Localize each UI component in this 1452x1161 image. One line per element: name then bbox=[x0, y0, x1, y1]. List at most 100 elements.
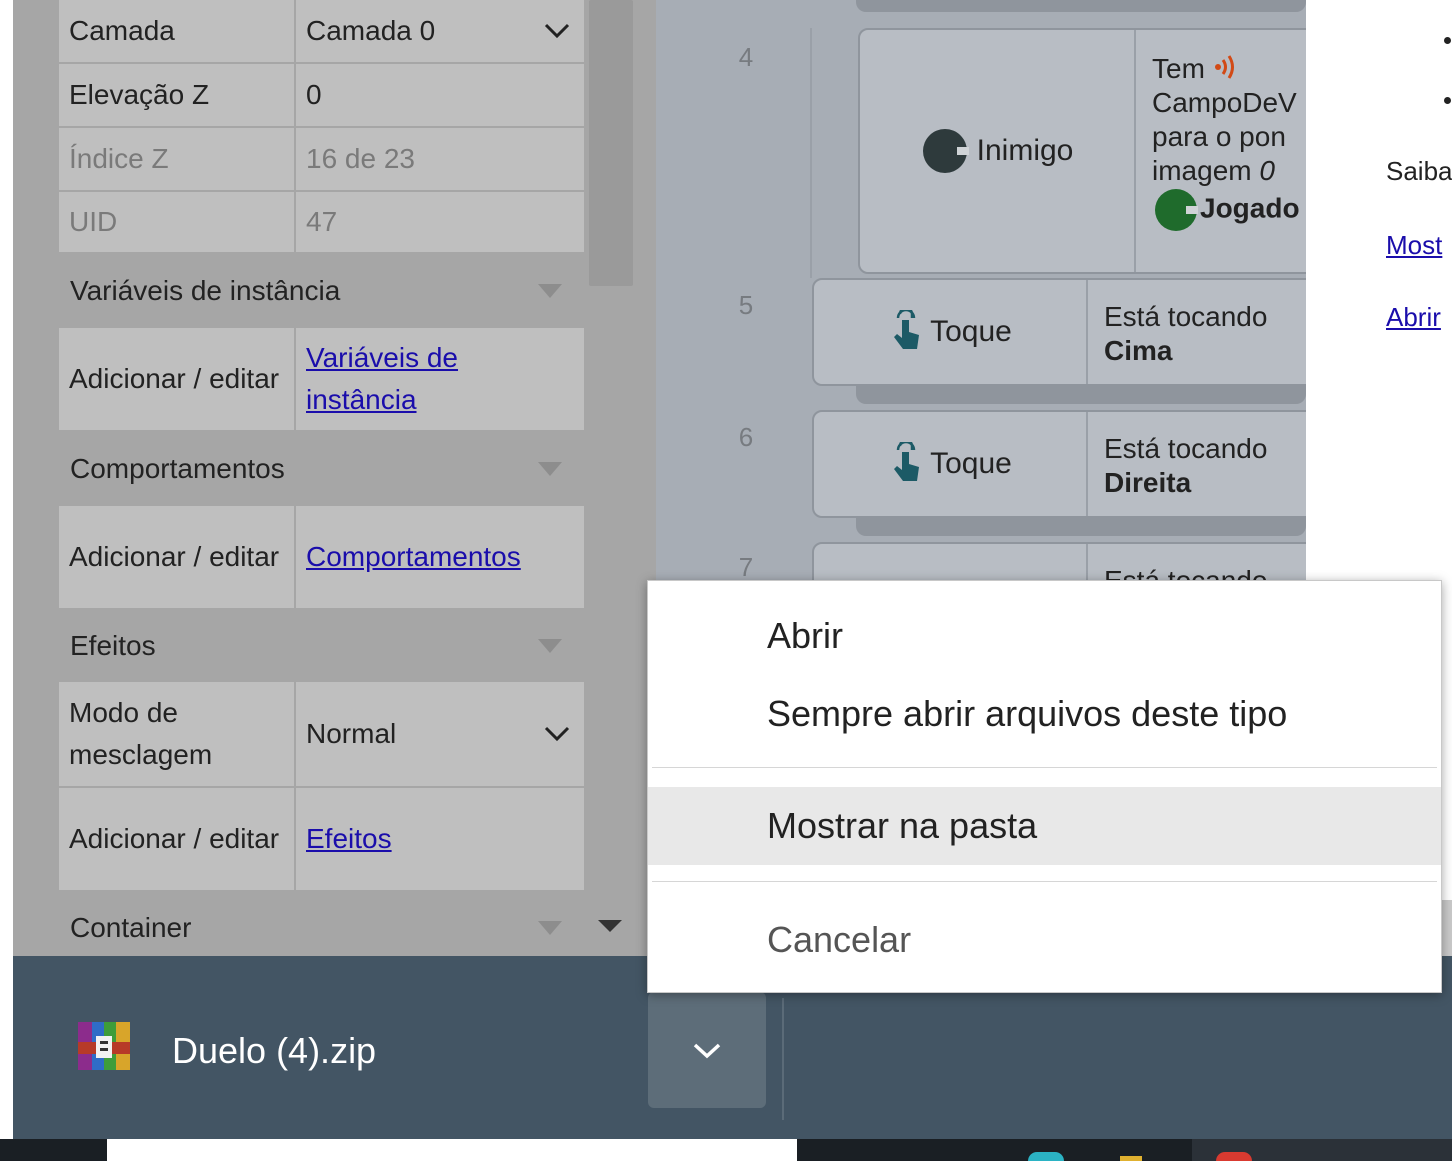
object-name: Inimigo bbox=[976, 134, 1074, 167]
scrollbar-thumb[interactable] bbox=[589, 0, 633, 286]
enemy-sprite-icon bbox=[922, 129, 969, 173]
menu-item-show-in-folder[interactable]: Mostrar na pasta bbox=[648, 787, 1441, 865]
prop-row-instance-vars: Adicionar / editar Variáveis de instânci… bbox=[59, 328, 584, 432]
bullet-point bbox=[1444, 97, 1451, 104]
collapse-triangle-icon bbox=[538, 921, 562, 935]
section-title: Container bbox=[70, 912, 192, 943]
info-text: Saiba bbox=[1386, 156, 1452, 186]
condition-param: 0 bbox=[1259, 155, 1275, 186]
open-link[interactable]: Abrir bbox=[1386, 302, 1441, 333]
event-line-number: 5 bbox=[738, 290, 754, 320]
condition-text: Tem bbox=[1152, 53, 1205, 84]
properties-grid: Camada Camada 0 Elevação Z 0 Índice Z 16… bbox=[59, 0, 584, 964]
winrar-archive-icon bbox=[78, 1020, 130, 1077]
section-title: Variáveis de instância bbox=[70, 275, 341, 306]
behaviors-link[interactable]: Comportamentos bbox=[306, 536, 521, 578]
instance-variables-link[interactable]: Variáveis de instância bbox=[306, 337, 574, 421]
condition-text: Está tocando bbox=[1104, 301, 1268, 332]
blend-mode-select[interactable]: Normal bbox=[296, 682, 584, 786]
condition-text: Está tocando bbox=[1104, 433, 1268, 464]
chevron-down-icon bbox=[544, 23, 570, 39]
condition[interactable]: Está tocando Direita bbox=[1088, 432, 1306, 500]
event-block-edge bbox=[856, 0, 1306, 12]
taskbar-app-icon[interactable] bbox=[1216, 1152, 1252, 1161]
event-object: Toque bbox=[814, 280, 1086, 384]
event-line-number: 7 bbox=[738, 552, 754, 580]
prop-row-uid: UID 47 bbox=[59, 192, 584, 254]
download-filename[interactable]: Duelo (4).zip bbox=[172, 1030, 376, 1072]
prop-key: UID bbox=[59, 192, 296, 252]
prop-row-blend-mode: Modo de mesclagem Normal bbox=[59, 682, 584, 788]
section-behaviors[interactable]: Comportamentos bbox=[59, 432, 584, 506]
prop-value: Normal bbox=[306, 718, 397, 749]
event-line-number: 6 bbox=[738, 422, 754, 452]
section-title: Efeitos bbox=[70, 630, 156, 661]
condition-text: para o pon bbox=[1152, 121, 1286, 152]
layer-select[interactable]: Camada 0 bbox=[296, 0, 584, 62]
section-effects[interactable]: Efeitos bbox=[59, 610, 584, 682]
menu-item-cancel[interactable]: Cancelar bbox=[648, 917, 1441, 963]
menu-item-open[interactable]: Abrir bbox=[648, 613, 1441, 659]
prop-row-z-index: Índice Z 16 de 23 bbox=[59, 128, 584, 192]
condition[interactable]: Tem CampoDeV para o pon imagem 0 Jogado bbox=[1136, 52, 1306, 232]
prop-row-layer: Camada Camada 0 bbox=[59, 0, 584, 64]
collapse-triangle-icon bbox=[538, 462, 562, 476]
condition-param: Direita bbox=[1104, 467, 1192, 498]
chevron-down-icon bbox=[693, 1043, 721, 1059]
chevron-down-icon bbox=[544, 726, 570, 742]
event-4[interactable]: Inimigo Tem CampoDeV para o pon imagem 0… bbox=[858, 28, 1318, 274]
prop-row-behaviors: Adicionar / editar Comportamentos bbox=[59, 506, 584, 610]
object-name: Toque bbox=[930, 315, 1012, 348]
taskbar-app-icon[interactable] bbox=[1028, 1152, 1064, 1161]
menu-item-always-open[interactable]: Sempre abrir arquivos deste tipo bbox=[648, 691, 1441, 737]
prop-key: Elevação Z bbox=[59, 64, 296, 126]
condition-object: Jogado bbox=[1200, 192, 1300, 224]
event-block-edge bbox=[856, 386, 1306, 404]
condition-text: CampoDeV bbox=[1152, 87, 1297, 118]
prop-key: Adicionar / editar bbox=[59, 506, 296, 608]
event-block-edge bbox=[856, 518, 1306, 536]
z-elevation-field[interactable]: 0 bbox=[296, 64, 584, 126]
prop-key: Índice Z bbox=[59, 128, 296, 190]
event-indent-line bbox=[810, 28, 812, 278]
section-container[interactable]: Container bbox=[59, 892, 584, 964]
panel-edge bbox=[0, 0, 13, 956]
prop-key: Adicionar / editar bbox=[59, 328, 296, 430]
taskbar-app-icon[interactable] bbox=[1120, 1156, 1142, 1161]
event-object: Toque bbox=[814, 412, 1086, 516]
section-title: Comportamentos bbox=[70, 453, 285, 484]
prop-key: Adicionar / editar bbox=[59, 788, 296, 890]
event-object: Inimigo bbox=[860, 30, 1134, 272]
menu-separator bbox=[652, 767, 1437, 768]
player-sprite-icon bbox=[1155, 189, 1198, 231]
context-menu: Abrir Sempre abrir arquivos deste tipo M… bbox=[647, 580, 1442, 993]
show-link[interactable]: Most bbox=[1386, 230, 1442, 261]
event-line-number: 4 bbox=[738, 42, 754, 72]
prop-value: Camada 0 bbox=[306, 15, 436, 46]
menu-separator bbox=[652, 881, 1437, 882]
condition-text: imagem bbox=[1152, 155, 1252, 186]
prop-value: 47 bbox=[306, 206, 338, 237]
effects-link[interactable]: Efeitos bbox=[306, 818, 392, 860]
divider bbox=[782, 998, 784, 1120]
collapse-triangle-icon bbox=[538, 284, 562, 298]
prop-key: Camada bbox=[59, 0, 296, 62]
object-name: Toque bbox=[930, 447, 1012, 480]
section-instance-variables[interactable]: Variáveis de instância bbox=[59, 254, 584, 328]
prop-row-z-elevation: Elevação Z 0 bbox=[59, 64, 584, 128]
sound-wave-icon bbox=[1214, 55, 1234, 79]
prop-row-effects: Adicionar / editar Efeitos bbox=[59, 788, 584, 892]
prop-value: 16 de 23 bbox=[306, 143, 415, 174]
download-options-button[interactable] bbox=[648, 992, 766, 1108]
condition-param: Cima bbox=[1104, 335, 1173, 366]
bullet-point bbox=[1444, 37, 1451, 44]
condition[interactable]: Está tocando Cima bbox=[1088, 300, 1306, 368]
taskbar-search-box[interactable] bbox=[107, 1139, 797, 1161]
event-6[interactable]: Toque Está tocando Direita bbox=[812, 410, 1318, 518]
prop-key: Modo de mesclagem bbox=[59, 682, 296, 786]
event-5[interactable]: Toque Está tocando Cima bbox=[812, 278, 1318, 386]
collapse-triangle-icon bbox=[538, 639, 562, 653]
touch-hand-icon bbox=[894, 310, 920, 349]
scroll-down-arrow-icon[interactable] bbox=[598, 920, 622, 932]
touch-hand-icon bbox=[894, 442, 920, 481]
